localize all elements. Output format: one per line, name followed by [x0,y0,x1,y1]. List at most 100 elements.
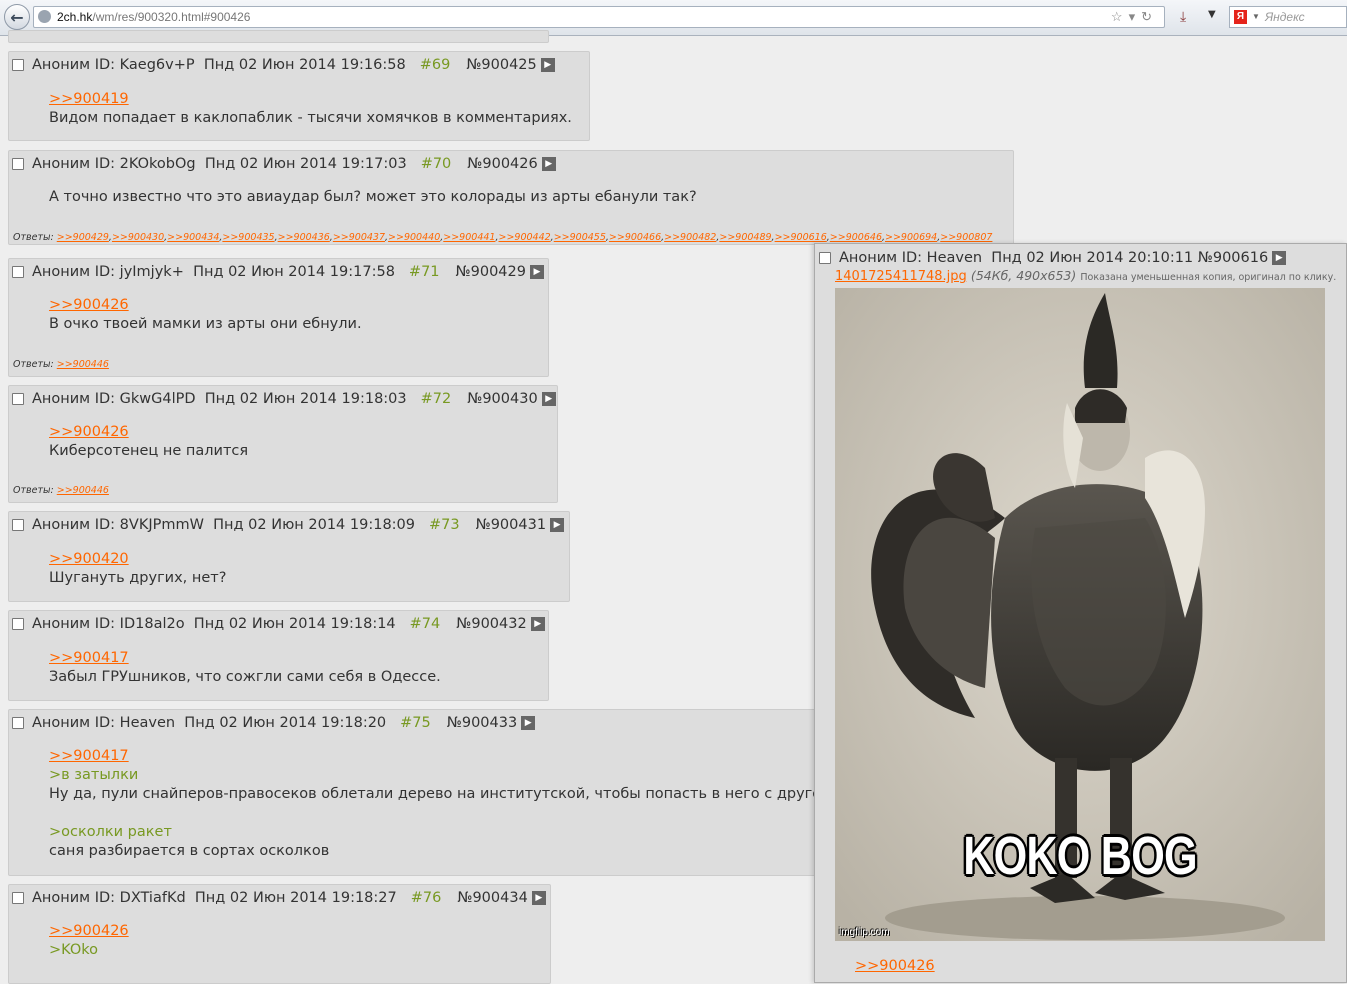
post-checkbox[interactable] [12,393,24,405]
post-number[interactable]: №900434 [457,890,527,906]
answer-link[interactable]: >>900441 [443,232,495,243]
post-date: Пнд 02 Июн 2014 20:10:11 [991,250,1194,266]
expand-icon[interactable]: ▶ [540,58,555,72]
expand-icon[interactable]: ▶ [529,265,544,279]
post-index: #76 [410,890,442,906]
post-checkbox[interactable] [12,717,24,729]
post-checkbox[interactable] [12,158,24,170]
reply-link[interactable]: >>900417 [49,747,827,766]
post-checkbox[interactable] [12,266,24,278]
bookmark-star-icon[interactable]: ☆▾↻ [1111,7,1158,27]
poster-name: Аноним [32,890,91,906]
poster-id: ID: GkwG4lPD [94,391,196,407]
expand-icon[interactable]: ▶ [541,157,556,171]
answer-link[interactable]: >>900429 [57,232,109,243]
post-number[interactable]: №900430 [467,391,537,407]
reply-link[interactable]: >>900426 [49,423,248,442]
post-body: >>900417 Забыл ГРУшников, что сожгли сам… [49,649,441,687]
post-900425: Аноним ID: Kaeg6v+P Пнд 02 Июн 2014 19:1… [8,51,590,141]
file-meta: 54Кб, 490x653 [975,268,1072,283]
answer-link[interactable]: >>900807 [940,232,992,243]
back-arrow-icon: ← [10,7,24,27]
answer-link[interactable]: >>900442 [498,232,550,243]
answer-link[interactable]: >>900434 [167,232,219,243]
post-body: >>900419 Видом попадает в каклопаблик - … [49,90,572,128]
expand-icon[interactable]: ▶ [550,518,565,532]
post-checkbox[interactable] [12,618,24,630]
post-header: Аноним ID: Heaven Пнд 02 Июн 2014 19:18:… [12,713,536,733]
post-900433: Аноним ID: Heaven Пнд 02 Июн 2014 19:18:… [8,709,828,876]
post-text: Киберсотенец не палится [49,443,249,459]
reply-link[interactable]: >>900419 [49,90,572,109]
reply-link[interactable]: >>900426 [49,922,129,941]
post-number[interactable]: №900432 [456,616,526,632]
poster-id: ID: 8VKJPmmW [94,517,204,533]
answer-link[interactable]: >>900466 [609,232,661,243]
post-text: А точно известно что это авиаудар был? м… [49,189,697,205]
post-index: #71 [408,264,440,280]
post-header: Аноним ID: GkwG4lPD Пнд 02 Июн 2014 19:1… [12,389,556,409]
answer-link[interactable]: >>900616 [775,232,827,243]
expand-icon[interactable]: ▶ [530,617,545,631]
post-text: Забыл ГРУшников, что сожгли сами себя в … [49,669,441,685]
post-900426: Аноним ID: 2KOkobOg Пнд 02 Июн 2014 19:1… [8,150,1014,245]
answer-link[interactable]: >>900440 [388,232,440,243]
yandex-icon[interactable]: Я [1234,10,1247,24]
expand-icon[interactable]: ▶ [531,891,546,905]
answer-link[interactable]: >>900446 [57,359,109,370]
answer-link[interactable]: >>900694 [885,232,937,243]
post-number[interactable]: №900426 [467,156,537,172]
reply-link[interactable]: >>900420 [49,550,226,569]
expand-icon[interactable]: ▶ [541,392,556,406]
site-identity-icon[interactable] [38,10,51,23]
post-date: Пнд 02 Июн 2014 19:17:58 [193,264,395,280]
post-checkbox[interactable] [819,252,831,264]
post-image[interactable]: KOKO BOG imgflip.com [835,288,1325,941]
post-number[interactable]: №900429 [456,264,526,280]
post-header: Аноним ID: ID18al2o Пнд 02 Июн 2014 19:1… [12,614,545,634]
search-engine-dropdown-icon[interactable]: ▼ [1252,7,1260,27]
post-number[interactable]: №900431 [476,517,546,533]
post-number[interactable]: №900616 [1198,250,1268,266]
answer-link[interactable]: >>900646 [830,232,882,243]
post-checkbox[interactable] [12,59,24,71]
answer-link[interactable]: >>900437 [333,232,385,243]
expand-icon[interactable]: ▶ [1272,251,1287,265]
expand-icon[interactable]: ▶ [521,716,536,730]
poster-id: ID: Heaven [94,715,176,731]
reply-link[interactable]: >>900426 [49,296,362,315]
post-number[interactable]: №900425 [466,57,536,73]
url-text[interactable]: 2ch.hk/wm/res/900320.html#900426 [57,7,250,27]
search-bar[interactable]: Я ▼ Яндекс [1229,6,1347,28]
answer-link[interactable]: >>900430 [112,232,164,243]
answer-link[interactable]: >>900482 [664,232,716,243]
post-date: Пнд 02 Июн 2014 19:18:27 [194,890,397,906]
poster-name: Аноним [839,250,898,266]
back-button[interactable]: ← [4,4,30,30]
search-input[interactable]: Яндекс [1265,7,1305,27]
post-header: Аноним ID: DXTiafKd Пнд 02 Июн 2014 19:1… [12,888,546,908]
post-900434: Аноним ID: DXTiafKd Пнд 02 Июн 2014 19:1… [8,884,551,984]
answer-link[interactable]: >>900455 [554,232,606,243]
address-bar[interactable]: 2ch.hk/wm/res/900320.html#900426 ☆▾↻ [33,6,1165,28]
post-900429: Аноним ID: jyImjyk+ Пнд 02 Июн 2014 19:1… [8,258,549,377]
post-text: саня разбирается в сортах осколков [49,843,330,859]
poster-name: Аноним [32,517,91,533]
post-number[interactable]: №900433 [447,715,517,731]
answer-link[interactable]: >>900435 [222,232,274,243]
file-link[interactable]: 1401725411748.jpg [835,269,967,284]
post-checkbox[interactable] [12,892,24,904]
chevron-down-icon[interactable]: ▼ [1208,9,1216,20]
greentext-quote: >KOko [49,942,99,958]
reply-link[interactable]: >>900426 [855,958,935,974]
post-index: #74 [409,616,441,632]
post-date: Пнд 02 Июн 2014 19:18:14 [193,616,396,632]
answer-link[interactable]: >>900436 [278,232,330,243]
post-checkbox[interactable] [12,519,24,531]
download-icon[interactable]: ⤓ [1180,9,1186,25]
reply-link[interactable]: >>900417 [49,649,441,668]
greentext-quote: >осколки ракет [49,824,172,840]
poster-name: Аноним [32,391,91,407]
answer-link[interactable]: >>900446 [57,485,109,496]
answer-link[interactable]: >>900489 [719,232,771,243]
